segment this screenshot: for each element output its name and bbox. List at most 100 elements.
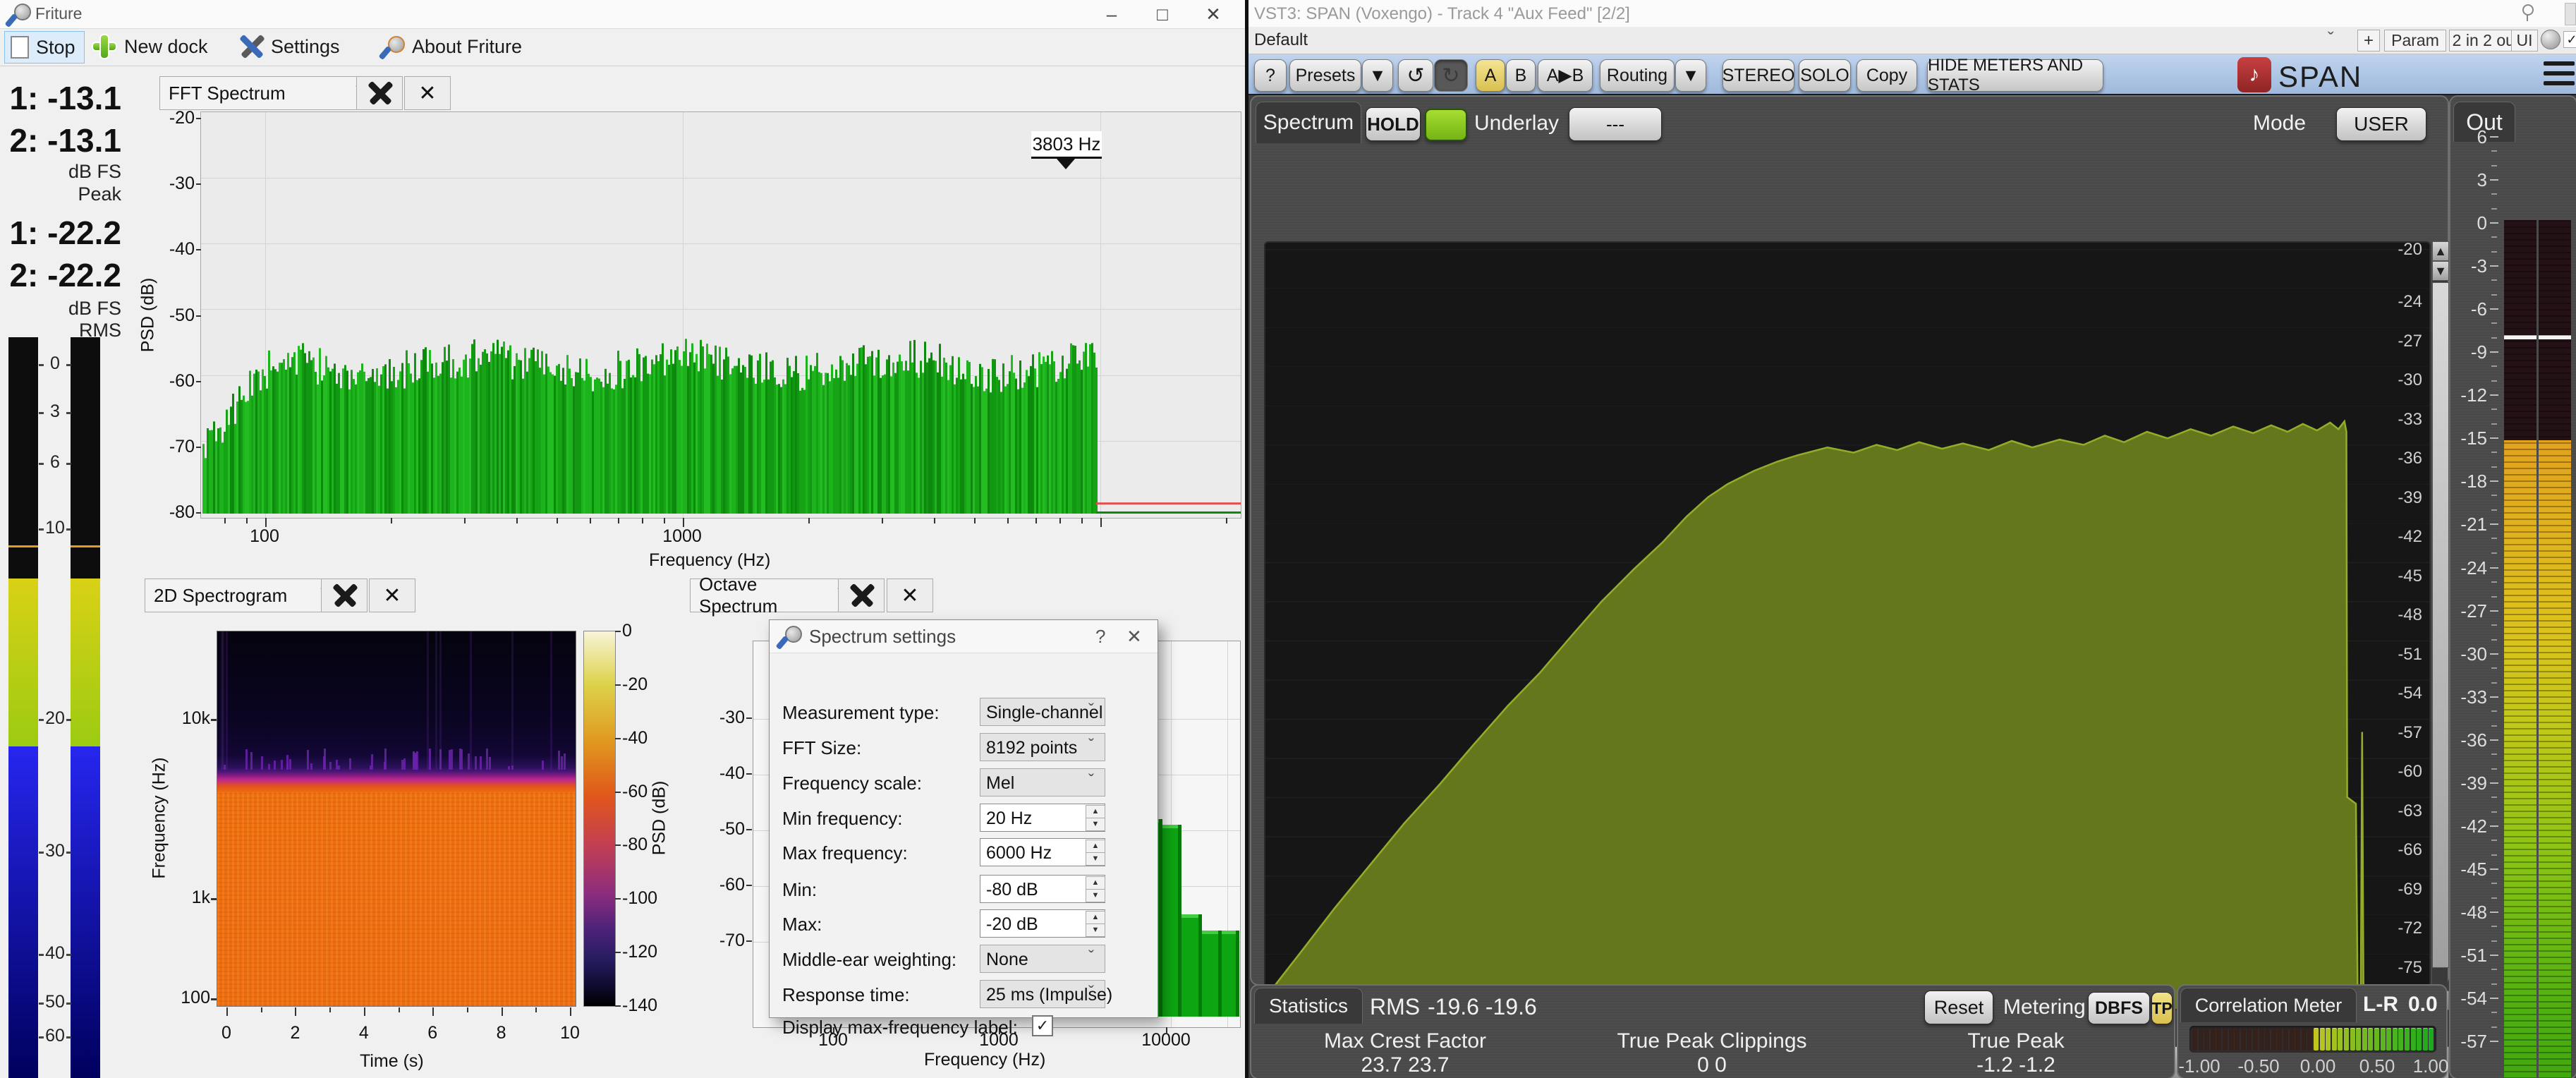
correlation-scale-label: -0.50 — [2230, 1055, 2287, 1077]
tab-statistics[interactable]: Statistics — [1254, 988, 1363, 1024]
tick-mark — [2491, 768, 2497, 770]
fft-settings-button[interactable] — [356, 76, 403, 110]
tab-correlation-meter[interactable]: Correlation Meter — [2180, 988, 2357, 1022]
stereo-button[interactable]: STEREO — [1723, 59, 1794, 92]
scroll-down-icon[interactable]: ▼ — [2432, 261, 2449, 281]
v-scrollbar[interactable]: ▲ ▼ ▼ — [2432, 241, 2448, 1010]
about-button[interactable]: About Friture — [375, 31, 528, 62]
correlation-segment — [2368, 1028, 2373, 1050]
streak — [439, 631, 442, 770]
tp-button[interactable]: TP — [2151, 992, 2173, 1024]
ab-a-button[interactable]: A — [1476, 59, 1505, 92]
dialog-combo[interactable]: None — [980, 945, 1105, 973]
presets-button[interactable]: Presets — [1289, 59, 1361, 92]
correlation-scale-label: -1.00 — [2171, 1055, 2228, 1077]
ab-b-button[interactable]: B — [1506, 59, 1536, 92]
fft-close-button[interactable]: ✕ — [404, 76, 451, 110]
spin-down-icon[interactable]: ▼ — [1086, 889, 1105, 902]
fft-y-tick: -20 — [141, 108, 195, 128]
spin-down-icon[interactable]: ▼ — [1086, 852, 1105, 866]
dialog-combo[interactable]: Mel — [980, 768, 1105, 797]
rms-level-ch1: 1: -22.2 — [0, 214, 121, 252]
span-db-label: -57 — [2366, 723, 2422, 743]
presets-dropdown-icon[interactable]: ▼ — [1362, 59, 1393, 92]
spectrogram-settings-button[interactable] — [321, 579, 367, 612]
dialog-close-button[interactable]: ✕ — [1126, 626, 1142, 648]
tick-mark — [196, 512, 201, 514]
preset-chevron-icon[interactable]: ˇ — [2328, 28, 2334, 50]
spin-up-icon[interactable]: ▲ — [1086, 911, 1105, 924]
pin-icon[interactable] — [2522, 4, 2534, 16]
close-button[interactable]: ✕ — [1188, 0, 1239, 28]
underlay-select-button[interactable]: --- — [1569, 107, 1662, 141]
dialog-combo[interactable]: 25 ms (Impulse) — [980, 980, 1105, 1008]
v-scroll-thumb[interactable] — [2432, 282, 2449, 968]
routing-button[interactable]: Routing — [1600, 59, 1675, 92]
spectrum-display[interactable]: -20-24-27-30-33-36-39-42-45-48-51-54-57-… — [1264, 241, 2431, 1010]
correlation-segment — [2374, 1028, 2379, 1050]
knob-icon[interactable] — [2541, 30, 2560, 49]
maximize-button[interactable]: □ — [1137, 0, 1188, 28]
spectrogram-spikes — [217, 631, 576, 1006]
preset-name[interactable]: Default — [1254, 30, 1308, 50]
redo-button[interactable]: ↻ — [1434, 59, 1468, 92]
span-db-label: -27 — [2366, 332, 2422, 351]
tab-spectrum[interactable]: Spectrum — [1256, 102, 1361, 143]
dialog-checkbox[interactable]: ✓ — [1032, 1015, 1053, 1036]
tick-mark — [2490, 739, 2498, 741]
mode-value-button[interactable]: USER — [2336, 107, 2426, 141]
hold-button[interactable]: HOLD — [1366, 107, 1421, 141]
routing-dropdown-icon[interactable]: ▼ — [1675, 59, 1706, 92]
spin-up-icon[interactable]: ▲ — [1086, 876, 1105, 890]
octave-settings-button[interactable] — [838, 579, 885, 612]
reset-button[interactable]: Reset — [1924, 991, 1993, 1024]
help-button[interactable]: ? — [1254, 59, 1287, 92]
stat-group-values: 0 0 — [1571, 1053, 1853, 1077]
tick-mark — [2490, 998, 2498, 999]
spin-up-icon[interactable]: ▲ — [1086, 805, 1105, 818]
bypass-checkbox[interactable]: ✓ — [2563, 31, 2576, 48]
spectrogram-dock-selector[interactable]: 2D Spectrogram ˇ — [145, 579, 336, 612]
correlation-segment — [2199, 1028, 2204, 1050]
dialog-combo[interactable]: Single-channel — [980, 698, 1105, 726]
param-button[interactable]: Param — [2384, 30, 2446, 52]
hide-meters-button[interactable]: HIDE METERS AND STATS — [1927, 59, 2103, 92]
settings-button[interactable]: Settings — [233, 31, 346, 62]
octave-close-button[interactable]: ✕ — [887, 579, 933, 612]
spectrogram-close-button[interactable]: ✕ — [369, 579, 415, 612]
dialog-help-button[interactable]: ? — [1095, 626, 1105, 648]
minimize-button[interactable]: – — [1086, 0, 1137, 28]
scroll-up-icon[interactable]: ▲ — [2432, 241, 2449, 261]
undo-button[interactable]: ↺ — [1398, 59, 1433, 92]
a-to-b-button[interactable]: A▶B — [1538, 59, 1593, 92]
out-scale-label: -39 — [2448, 773, 2487, 794]
fft-dock-selector[interactable]: FFT Spectrum ˇ — [159, 76, 371, 110]
stop-button[interactable]: Stop — [4, 31, 85, 63]
span-db-label: -45 — [2366, 567, 2422, 586]
copy-button[interactable]: Copy — [1857, 59, 1917, 92]
tick-mark — [2490, 265, 2498, 267]
out-scale-label: -30 — [2448, 643, 2487, 665]
spin-up-icon[interactable]: ▲ — [1086, 840, 1105, 853]
preset-add-button[interactable]: + — [2357, 30, 2380, 52]
tick-mark — [39, 954, 44, 956]
out-scale-label: -57 — [2448, 1031, 2487, 1053]
octave-dock-selector[interactable]: Octave Spectrum ˇ — [690, 579, 853, 612]
spin-down-icon[interactable]: ▼ — [1086, 923, 1105, 937]
stat-group-label: Max Crest Factor — [1264, 1029, 1546, 1053]
tick-mark — [39, 412, 44, 414]
spectrum-color-button[interactable] — [1425, 109, 1467, 141]
fft-cursor-pointer — [1057, 159, 1075, 169]
meter-tick-label: 10 — [41, 518, 69, 538]
spike — [324, 749, 326, 770]
dbfs-button[interactable]: DBFS — [2088, 992, 2150, 1024]
new-dock-button[interactable]: New dock — [86, 31, 214, 62]
solo-button[interactable]: SOLO — [1799, 59, 1851, 92]
spin-down-icon[interactable]: ▼ — [1086, 818, 1105, 831]
correlation-mode[interactable]: L-R — [2363, 993, 2398, 1017]
spike — [281, 760, 283, 770]
dialog-combo[interactable]: 8192 points — [980, 733, 1105, 761]
menu-icon[interactable] — [2544, 61, 2575, 90]
span-db-label: -48 — [2366, 605, 2422, 625]
ui-button[interactable]: UI — [2511, 30, 2538, 52]
